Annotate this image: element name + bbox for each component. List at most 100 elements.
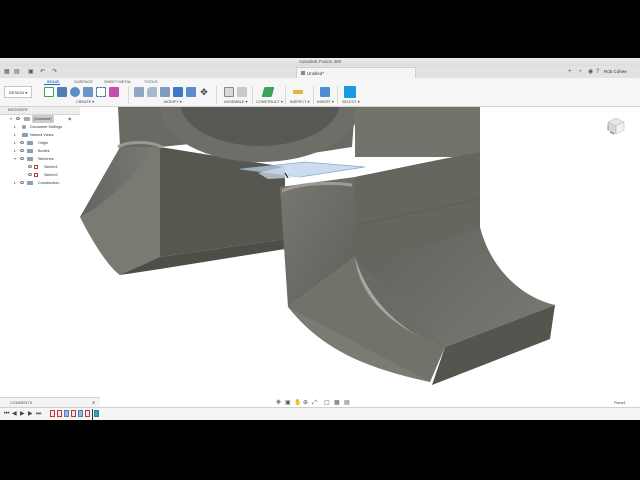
collapse-triangle-icon[interactable]: ▾ xyxy=(10,115,12,123)
timeline-bar: ⏮ ◀ ▶ ▶ ⏭ xyxy=(0,407,640,420)
inspect-menu[interactable]: INSPECT ▾ xyxy=(290,99,309,104)
browser-item-named-views[interactable]: ▸ Named Views xyxy=(0,131,80,139)
tab-tools[interactable]: TOOLS xyxy=(144,79,158,84)
notifications-icon[interactable]: ◉ xyxy=(588,68,593,76)
timeline-sketch-feature[interactable] xyxy=(85,410,90,417)
save-icon[interactable]: ▣ xyxy=(28,68,34,76)
expand-triangle-icon[interactable]: ▸ xyxy=(14,123,16,131)
help-icon[interactable]: ? xyxy=(596,68,599,76)
combine-icon[interactable] xyxy=(173,87,183,97)
move-icon[interactable]: ✥ xyxy=(199,87,209,97)
shell-icon[interactable] xyxy=(160,87,170,97)
pan-icon[interactable]: ✋ xyxy=(294,399,301,407)
measure-icon[interactable] xyxy=(293,90,303,94)
orbit-icon[interactable]: ✥ xyxy=(276,399,281,407)
viewports-icon[interactable]: ▤ xyxy=(344,399,350,407)
browser-header[interactable]: BROWSER xyxy=(0,107,80,115)
browser-item-sketch1[interactable]: Sketch1 xyxy=(0,163,80,171)
browser-item-label: Construction xyxy=(38,181,60,185)
timeline-plane-feature[interactable] xyxy=(94,410,99,417)
comments-panel[interactable]: COMMENTS ⊕ xyxy=(0,397,100,407)
step-back-icon[interactable]: ◀ xyxy=(12,410,17,419)
timeline-sketch-feature[interactable] xyxy=(50,410,55,417)
browser-item-construction[interactable]: ▸ Construction xyxy=(0,179,80,187)
visibility-eye-icon[interactable] xyxy=(28,173,32,176)
insert-menu[interactable]: INSERT ▾ xyxy=(317,99,334,104)
create-menu[interactable]: CREATE ▾ xyxy=(76,99,94,104)
radio-active-icon[interactable]: ◉ xyxy=(68,115,72,123)
timeline-extrude-feature[interactable] xyxy=(78,410,83,417)
expand-triangle-icon[interactable]: ▸ xyxy=(14,131,16,139)
browser-item-sketch2[interactable]: Sketch2 xyxy=(0,171,80,179)
select-icon[interactable] xyxy=(344,86,356,98)
tab-sheet-metal[interactable]: SHEET METAL xyxy=(104,79,131,84)
skip-end-icon[interactable]: ⏭ xyxy=(36,410,41,419)
new-component-icon[interactable] xyxy=(224,87,234,97)
model-canvas[interactable] xyxy=(0,107,640,397)
expand-triangle-icon[interactable]: ▸ xyxy=(14,139,16,147)
zoom-icon[interactable]: ⊕ xyxy=(303,399,308,407)
undo-icon[interactable]: ↶ xyxy=(40,68,45,76)
create-sketch-icon[interactable] xyxy=(44,87,54,97)
insert-image-icon[interactable] xyxy=(320,87,330,97)
assemble-menu[interactable]: ASSEMBLE ▾ xyxy=(224,99,247,104)
step-forward-icon[interactable]: ▶ xyxy=(28,410,33,419)
select-menu[interactable]: SELECT ▾ xyxy=(342,99,360,104)
modify-menu[interactable]: MODIFY ▾ xyxy=(164,99,182,104)
construct-menu[interactable]: CONSTRUCT ▾ xyxy=(256,99,283,104)
joint-icon[interactable] xyxy=(237,87,247,97)
browser-item-label: Sketch1 xyxy=(44,165,58,169)
workspace-switcher-button[interactable]: DESIGN ▾ xyxy=(4,86,32,98)
expand-triangle-icon[interactable]: ▸ xyxy=(14,147,16,155)
visibility-eye-icon[interactable] xyxy=(20,157,24,160)
collapse-triangle-icon[interactable]: ▾ xyxy=(14,155,16,163)
file-menu-icon[interactable]: ▤ xyxy=(14,68,20,76)
scale-icon[interactable] xyxy=(186,87,196,97)
data-panel-icon[interactable]: ▦ xyxy=(4,68,10,76)
form-icon[interactable] xyxy=(109,87,119,97)
extrude-icon[interactable] xyxy=(57,87,67,97)
folder-icon xyxy=(22,133,28,137)
revolve-icon[interactable] xyxy=(70,87,80,97)
group-separator xyxy=(313,86,314,104)
canvas-viewport[interactable] xyxy=(0,107,640,397)
fusion-window: Autodesk Fusion 360 ▦ ▤ ▣ ↶ ↷ Untitled* … xyxy=(0,58,640,420)
offset-plane-icon[interactable] xyxy=(261,87,275,97)
browser-item-label: Sketch2 xyxy=(44,173,58,177)
timeline-extrude-feature[interactable] xyxy=(64,410,69,417)
visibility-eye-icon[interactable] xyxy=(20,149,24,152)
display-settings-icon[interactable]: ▢ xyxy=(324,399,330,407)
timeline-sketch-feature[interactable] xyxy=(57,410,62,417)
user-name[interactable]: Rob Cohee xyxy=(604,68,627,76)
sweep-icon[interactable] xyxy=(83,87,93,97)
box-select-icon[interactable] xyxy=(96,87,106,97)
visibility-eye-icon[interactable] xyxy=(20,181,24,184)
gear-icon xyxy=(22,125,26,129)
grid-icon[interactable]: ▦ xyxy=(334,399,340,407)
browser-root-row[interactable]: ▾ (Unsaved) ◉ xyxy=(0,115,80,123)
visibility-eye-icon[interactable] xyxy=(20,141,24,144)
browser-item-bodies[interactable]: ▸ Bodies xyxy=(0,147,80,155)
look-at-icon[interactable]: ▣ xyxy=(285,399,291,407)
play-icon[interactable]: ▶ xyxy=(20,410,25,419)
browser-item-document-settings[interactable]: ▸ Document Settings xyxy=(0,123,80,131)
browser-item-label: Origin xyxy=(38,141,49,145)
fit-icon[interactable]: ⤢ xyxy=(312,399,317,407)
redo-icon[interactable]: ↷ xyxy=(52,68,57,76)
browser-item-sketches[interactable]: ▾ Sketches xyxy=(0,155,80,163)
job-status-icon[interactable]: ◔ xyxy=(578,68,582,76)
visibility-eye-icon[interactable] xyxy=(28,165,32,168)
tab-surface[interactable]: SURFACE xyxy=(74,79,93,84)
document-tab[interactable]: Untitled* xyxy=(296,67,416,78)
press-pull-icon[interactable] xyxy=(134,87,144,97)
view-cube[interactable] xyxy=(606,116,626,136)
browser-item-origin[interactable]: ▸ Origin xyxy=(0,139,80,147)
title-bar: Autodesk Fusion 360 xyxy=(0,58,640,66)
expand-triangle-icon[interactable]: ▸ xyxy=(14,179,16,187)
timeline-sketch-feature[interactable] xyxy=(71,410,76,417)
timeline-marker[interactable] xyxy=(92,409,93,420)
fillet-icon[interactable] xyxy=(147,87,157,97)
skip-start-icon[interactable]: ⏮ xyxy=(4,410,9,419)
visibility-eye-icon[interactable] xyxy=(16,117,20,120)
new-tab-icon[interactable]: + xyxy=(568,68,572,76)
